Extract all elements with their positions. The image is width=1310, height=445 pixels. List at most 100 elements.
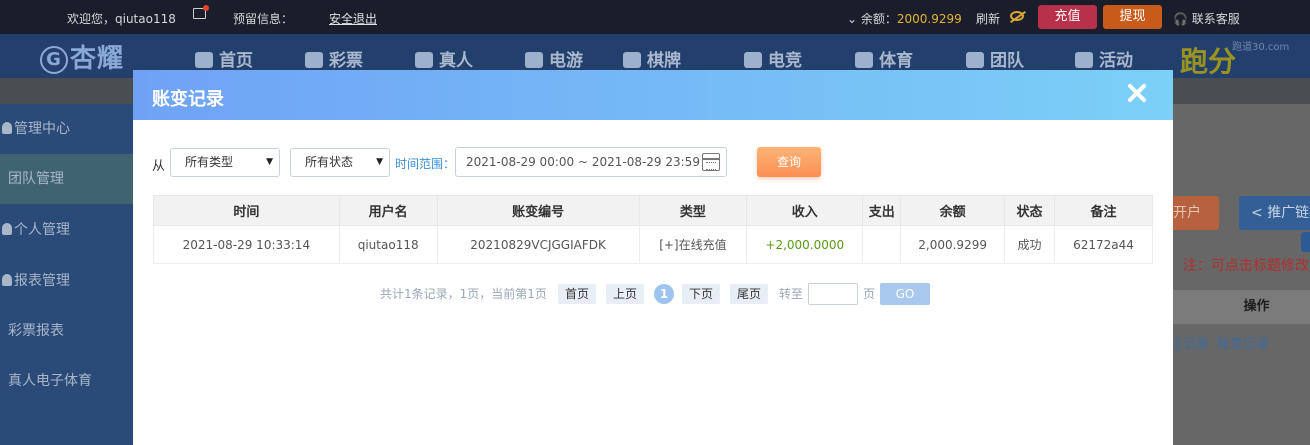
next-page-button[interactable]: 下页: [682, 284, 721, 304]
account-change-table: 时间 用户名 账变编号 类型 收入 支出 余额 状态 备注 2021-08-29…: [153, 195, 1153, 264]
prev-page-button[interactable]: 上页: [606, 284, 645, 304]
col-username[interactable]: 用户名: [338, 195, 438, 226]
nav-label: 彩票: [329, 51, 363, 71]
nav-lottery[interactable]: 彩票: [305, 46, 363, 71]
withdraw-button[interactable]: 提现: [1103, 5, 1162, 29]
promo-link-label: 推广链接: [1267, 205, 1310, 221]
current-page-indicator[interactable]: 1: [654, 284, 674, 304]
operation-column-header: 操作: [1173, 290, 1310, 324]
nav-label: 团队: [990, 51, 1024, 71]
sidebar-item-label: 彩票报表: [8, 323, 64, 339]
nav-activity[interactable]: 活动: [1075, 46, 1133, 71]
page-unit-label: 页: [863, 287, 876, 301]
col-balance[interactable]: 余额: [900, 195, 1006, 226]
first-page-button[interactable]: 首页: [558, 284, 597, 304]
balance-label: 余额：: [860, 12, 897, 26]
sidebar-item-label: 个人管理: [14, 222, 70, 238]
cell-type: [+]在线充值: [638, 225, 748, 264]
dropdown-arrow-icon: ▼: [266, 157, 273, 167]
user-icon: [2, 122, 12, 134]
mail-icon[interactable]: [193, 5, 209, 19]
last-page-button[interactable]: 尾页: [730, 284, 769, 304]
cell-time: 2021-08-29 10:33:14: [153, 225, 340, 264]
sidebar-item-team-management[interactable]: 团队管理: [0, 154, 133, 204]
logo-text: 杏耀: [70, 44, 125, 74]
gift-icon: [1075, 52, 1093, 68]
bet-record-link[interactable]: 注记录: [1170, 333, 1209, 352]
sidebar-item-label: 管理中心: [14, 121, 70, 137]
customer-service-label: 联系客服: [1191, 12, 1240, 26]
status-select[interactable]: 所有状态 ▼: [290, 148, 390, 177]
date-range-input[interactable]: 2021-08-29 00:00 ~ 2021-08-29 23:59: [455, 147, 727, 177]
nav-run-score[interactable]: 跑分: [1180, 40, 1236, 80]
dealer-icon: [415, 52, 433, 68]
nav-slots[interactable]: 电游: [525, 46, 583, 71]
sidebar-item-management-center[interactable]: 管理中心: [0, 104, 133, 154]
watermark: 跑道30.com: [1232, 42, 1290, 53]
sidebar-item-lottery-report[interactable]: 彩票报表: [0, 306, 133, 356]
refresh-link[interactable]: 刷新: [976, 10, 1000, 27]
cell-status: 成功: [1004, 225, 1056, 264]
cell-remark: 62172a44: [1054, 225, 1153, 264]
nav-label: 首页: [219, 51, 253, 71]
balance-display: ⌄ 余额：2000.9299: [847, 12, 962, 26]
pagination-summary: 共计1条记录，1页，当前第1页: [380, 287, 547, 301]
query-button[interactable]: 查询: [757, 147, 821, 177]
close-icon[interactable]: [1126, 82, 1148, 104]
open-account-button[interactable]: 开户: [1173, 196, 1219, 230]
recharge-button[interactable]: 充值: [1038, 5, 1097, 29]
nav-label: 真人: [439, 51, 473, 71]
sidebar-item-live-sports[interactable]: 真人电子体育: [0, 356, 133, 406]
gamepad-icon: [744, 52, 762, 68]
cell-expense: [862, 225, 902, 264]
goto-label: 转至: [779, 287, 804, 301]
nav-cards[interactable]: 棋牌: [623, 46, 681, 71]
col-remark[interactable]: 备注: [1054, 195, 1153, 226]
modal-title: 账变记录: [152, 89, 224, 110]
nav-live[interactable]: 真人: [415, 46, 473, 71]
ticket-icon: [305, 52, 323, 68]
sidebar: 管理中心 团队管理 个人管理 报表管理 彩票报表 真人电子体育: [0, 104, 133, 445]
type-select-value: 所有类型: [185, 155, 234, 169]
logout-link[interactable]: 安全退出: [329, 10, 377, 27]
welcome-text: 欢迎您，qiutao118: [67, 12, 176, 26]
nav-sports[interactable]: 体育: [855, 46, 913, 71]
site-logo[interactable]: G 杏耀: [40, 38, 124, 75]
logo-icon: G: [40, 45, 68, 74]
sidebar-item-personal-management[interactable]: 个人管理: [0, 205, 133, 255]
top-bar: 欢迎您，qiutao118 预留信息： 安全退出 ⌄ 余额：2000.9299 …: [0, 0, 1310, 34]
nav-team[interactable]: 团队: [966, 46, 1024, 71]
home-icon: [195, 52, 213, 68]
side-tab[interactable]: [1301, 232, 1310, 252]
type-select[interactable]: 所有类型 ▼: [170, 148, 280, 177]
go-button[interactable]: GO: [880, 283, 930, 305]
col-type[interactable]: 类型: [638, 195, 748, 226]
pagination: 共计1条记录，1页，当前第1页 首页 上页 1 下页 尾页 转至 页 GO: [133, 283, 1173, 306]
hide-balance-icon[interactable]: [1010, 11, 1024, 21]
goto-page-input[interactable]: [808, 283, 858, 305]
col-status[interactable]: 状态: [1004, 195, 1056, 226]
team-icon: [966, 52, 984, 68]
cell-income: +2,000.0000: [746, 225, 864, 264]
nav-home[interactable]: 首页: [195, 46, 253, 71]
col-income[interactable]: 收入: [746, 195, 864, 226]
col-expense[interactable]: 支出: [862, 195, 902, 226]
cell-change-id: 20210829VCJGGIAFDK: [436, 225, 640, 264]
col-time[interactable]: 时间: [153, 195, 340, 226]
customer-service-link[interactable]: 🎧 联系客服: [1173, 10, 1240, 27]
account-change-modal: 账变记录 从 所有类型 ▼ 所有状态 ▼ 时间范围： 2021-08-29 00:0…: [133, 70, 1173, 445]
account-change-link[interactable]: 账变记录: [1217, 333, 1269, 352]
cell-username: qiutao118: [338, 225, 438, 264]
nav-label: 活动: [1099, 51, 1133, 71]
cell-balance: 2,000.9299: [900, 225, 1006, 264]
calendar-icon[interactable]: [702, 153, 720, 171]
report-icon: [2, 274, 12, 286]
nav-esports[interactable]: 电竞: [744, 46, 802, 71]
nav-label: 体育: [879, 51, 913, 71]
col-change-id[interactable]: 账变编号: [436, 195, 640, 226]
sidebar-item-reports[interactable]: 报表管理: [0, 256, 133, 306]
slot-machine-icon: [525, 52, 543, 68]
promo-link-button[interactable]: < 推广链接: [1239, 196, 1310, 230]
trophy-icon: [855, 52, 873, 68]
edit-hint-note: 注：可点击标题修改: [1183, 258, 1309, 274]
